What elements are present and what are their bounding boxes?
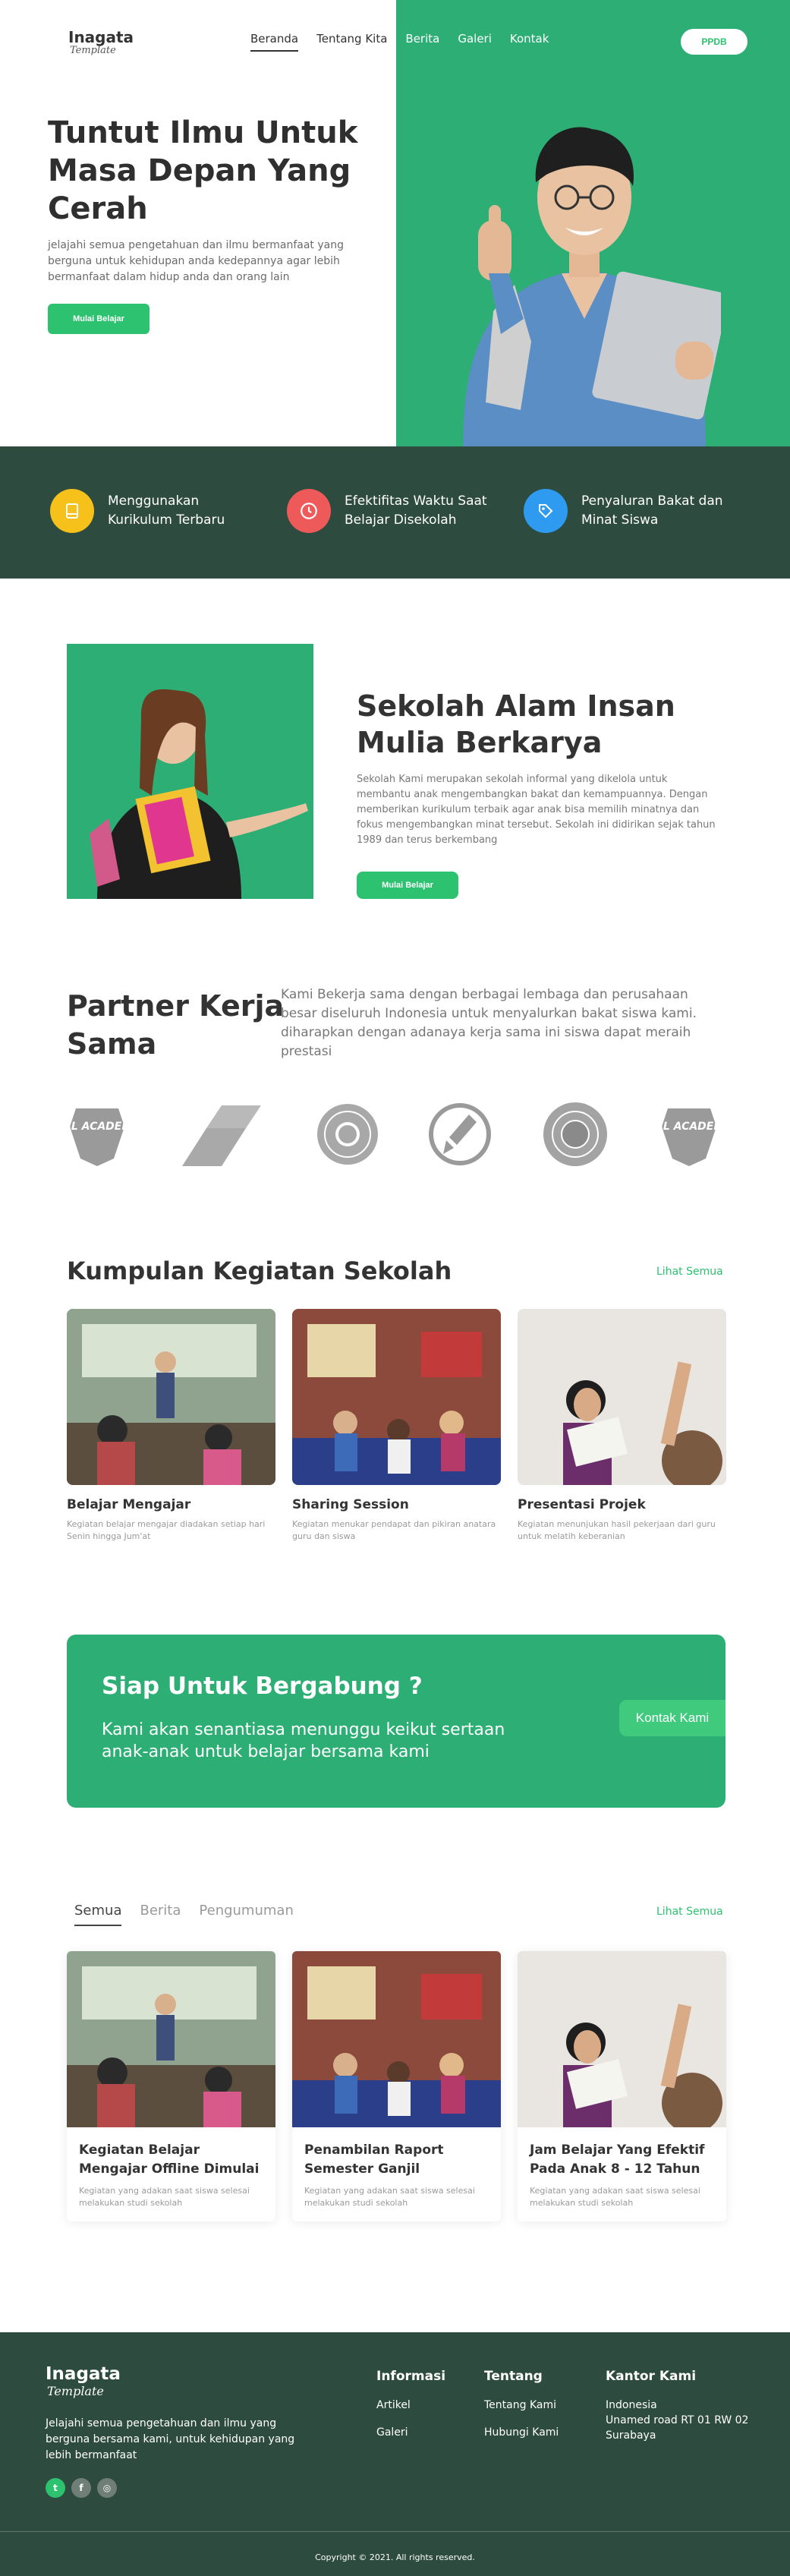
social-links: t f ◎ <box>46 2478 117 2498</box>
perbasi-logo <box>543 1102 607 1166</box>
site-footer: Inagata Template Jelajahi semua pengetah… <box>0 2332 790 2576</box>
paintbrush-logo <box>429 1103 491 1165</box>
activity-card[interactable]: Presentasi Projek Kegiatan menunjukan ha… <box>518 1309 726 1543</box>
activity-card[interactable]: Belajar Mengajar Kegiatan belajar mengaj… <box>67 1309 275 1543</box>
pertamina-logo <box>182 1105 261 1166</box>
news-photo <box>292 1951 501 2127</box>
book-icon <box>50 489 94 533</box>
footer-address-line: Unamed road RT 01 RW 02 <box>606 2414 749 2426</box>
site-logo[interactable]: Inagata Template <box>68 29 134 56</box>
activity-card[interactable]: Sharing Session Kegiatan menukar pendapa… <box>292 1309 501 1543</box>
hero-start-learning-button[interactable]: Mulai Belajar <box>48 304 150 334</box>
about-description: Sekolah Kami merupakan sekolah informal … <box>357 774 716 846</box>
activity-description: Kegiatan belajar mengajar diadakan setia… <box>67 1519 266 1541</box>
activity-description: Kegiatan menukar pendapat dan pikiran an… <box>292 1519 496 1541</box>
cta-title: Siap Untuk Bergabung ? <box>102 1673 423 1700</box>
news-title: Kegiatan Belajar Mengajar Offline Dimula… <box>79 2142 260 2177</box>
footer-address-line: Surabaya <box>606 2429 656 2442</box>
footer-logo-sub: Template <box>47 2384 104 2398</box>
footer-link-artikel[interactable]: Artikel <box>376 2398 445 2413</box>
partner-section-title: Partner Kerja Sama <box>67 989 285 1061</box>
activity-photo <box>292 1309 501 1485</box>
partner-logos: DBL ACADEMY DBL ACADEMY <box>61 1098 736 1171</box>
nav-item-beranda[interactable]: Beranda <box>250 32 299 52</box>
tab-pengumuman[interactable]: Pengumuman <box>199 1903 293 1926</box>
logo-sub-text: Template <box>70 45 116 56</box>
activity-name: Presentasi Projek <box>518 1497 646 1512</box>
contact-us-button[interactable]: Kontak Kami <box>619 1700 725 1736</box>
hero-student-illustration <box>463 127 721 446</box>
activity-name: Sharing Session <box>292 1497 409 1512</box>
news-description: Kegiatan yang adakan saat siswa selesai … <box>304 2186 475 2208</box>
feature-label: Efektifitas Waktu Saat Belajar Disekolah <box>345 493 487 528</box>
about-title: Sekolah Alam Insan Mulia Berkarya <box>357 689 675 759</box>
main-menu: Beranda Tentang Kita Berita Galeri Konta… <box>250 32 549 52</box>
instagram-icon[interactable]: ◎ <box>97 2478 117 2498</box>
footer-logo-main[interactable]: Inagata <box>46 2364 121 2384</box>
tab-berita[interactable]: Berita <box>140 1903 181 1926</box>
activity-name: Belajar Mengajar <box>67 1497 191 1512</box>
news-see-all-link[interactable]: Lihat Semua <box>656 1906 723 1918</box>
footer-link-galeri[interactable]: Galeri <box>376 2425 445 2440</box>
footer-link-tentang-kami[interactable]: Tentang Kami <box>484 2398 559 2413</box>
feature-curriculum: Menggunakan Kurikulum Terbaru <box>50 489 260 533</box>
tab-semua[interactable]: Semua <box>74 1903 122 1926</box>
footer-col-tentang: Tentang Tentang Kami Hubungi Kami <box>484 2369 559 2452</box>
news-card[interactable]: Kegiatan Belajar Mengajar Offline Dimula… <box>67 1951 275 2221</box>
news-title: Jam Belajar Yang Efektif Pada Anak 8 - 1… <box>530 2142 705 2177</box>
feature-time-efficiency: Efektifitas Waktu Saat Belajar Disekolah <box>287 489 496 533</box>
join-cta-banner: Siap Untuk Bergabung ? Kami akan senanti… <box>67 1635 725 1808</box>
clock-icon <box>287 489 331 533</box>
activities-title: Kumpulan Kegiatan Sekolah <box>67 1256 452 1285</box>
footer-col-title: Informasi <box>376 2369 446 2384</box>
hero-description: jelajahi semua pengetahuan dan ilmu berm… <box>48 239 344 283</box>
logo-main-text: Inagata <box>68 28 134 46</box>
dbl-logo-text: DBL ACADEMY <box>61 1121 134 1133</box>
news-photo <box>518 1951 726 2127</box>
news-description: Kegiatan yang adakan saat siswa selesai … <box>530 2186 700 2208</box>
news-description: Kegiatan yang adakan saat siswa selesai … <box>79 2186 250 2208</box>
footer-address-line: Indonesia <box>606 2399 657 2411</box>
features-band: Menggunakan Kurikulum Terbaru Efektifita… <box>0 446 790 579</box>
dbl-academy-logo: DBL ACADEMY <box>61 1108 134 1166</box>
news-card[interactable]: Penambilan Raport Semester Ganjil Kegiat… <box>292 1951 501 2221</box>
cta-description: Kami akan senantiasa menunggu keikut ser… <box>102 1720 505 1761</box>
activity-photo <box>67 1309 275 1485</box>
footer-description: Jelajahi semua pengetahuan dan ilmu yang… <box>46 2417 295 2461</box>
nav-item-tentang-kita[interactable]: Tentang Kita <box>316 32 387 52</box>
nav-item-galeri[interactable]: Galeri <box>458 32 492 52</box>
footer-link-hubungi-kami[interactable]: Hubungi Kami <box>484 2425 559 2440</box>
tag-icon <box>524 489 568 533</box>
news-photo <box>67 1951 275 2127</box>
news-card[interactable]: Jam Belajar Yang Efektif Pada Anak 8 - 1… <box>518 1951 726 2221</box>
feature-talent: Penyaluran Bakat dan Minat Siswa <box>524 489 733 533</box>
about-start-learning-button[interactable]: Mulai Belajar <box>357 872 458 899</box>
footer-col-title: Kantor Kami <box>606 2369 697 2384</box>
copyright-text: Copyright © 2021. All rights reserved. <box>315 2552 475 2562</box>
activities-see-all-link[interactable]: Lihat Semua <box>656 1266 723 1278</box>
footer-col-informasi: Informasi Artikel Galeri <box>376 2369 445 2452</box>
nav-item-berita[interactable]: Berita <box>405 32 439 52</box>
feature-label: Penyaluran Bakat dan Minat Siswa <box>581 493 723 528</box>
footer-col-title: Tentang <box>484 2369 543 2384</box>
news-tabs: Semua Berita Pengumuman <box>74 1903 294 1926</box>
facebook-icon[interactable]: f <box>71 2478 91 2498</box>
footer-divider <box>0 2531 790 2532</box>
activity-description: Kegiatan menunjukan hasil pekerjaan dari… <box>518 1519 716 1541</box>
partner-description: Kami Bekerja sama dengan berbagai lembag… <box>281 987 697 1059</box>
persatuan-bola-basket-logo <box>317 1104 378 1165</box>
twitter-icon[interactable]: t <box>46 2478 65 2498</box>
activity-photo <box>518 1309 726 1485</box>
landing-page: Inagata Template Beranda Tentang Kita Be… <box>0 0 790 2576</box>
top-navigation: Inagata Template Beranda Tentang Kita Be… <box>0 0 790 84</box>
ppdb-button[interactable]: PPDB <box>681 29 748 55</box>
dbl-academy-logo-2: DBL ACADEMY <box>653 1108 725 1166</box>
hero-title: Tuntut Ilmu Untuk Masa Depan Yang Cerah <box>48 115 358 226</box>
footer-col-kantor: Kantor Kami Indonesia Unamed road RT 01 … <box>606 2369 748 2443</box>
about-student-image <box>67 644 313 899</box>
news-title: Penambilan Raport Semester Ganjil <box>304 2142 444 2177</box>
feature-label: Menggunakan Kurikulum Terbaru <box>108 493 225 528</box>
nav-item-kontak[interactable]: Kontak <box>510 32 549 52</box>
dbl-logo-text: DBL ACADEMY <box>653 1121 725 1133</box>
